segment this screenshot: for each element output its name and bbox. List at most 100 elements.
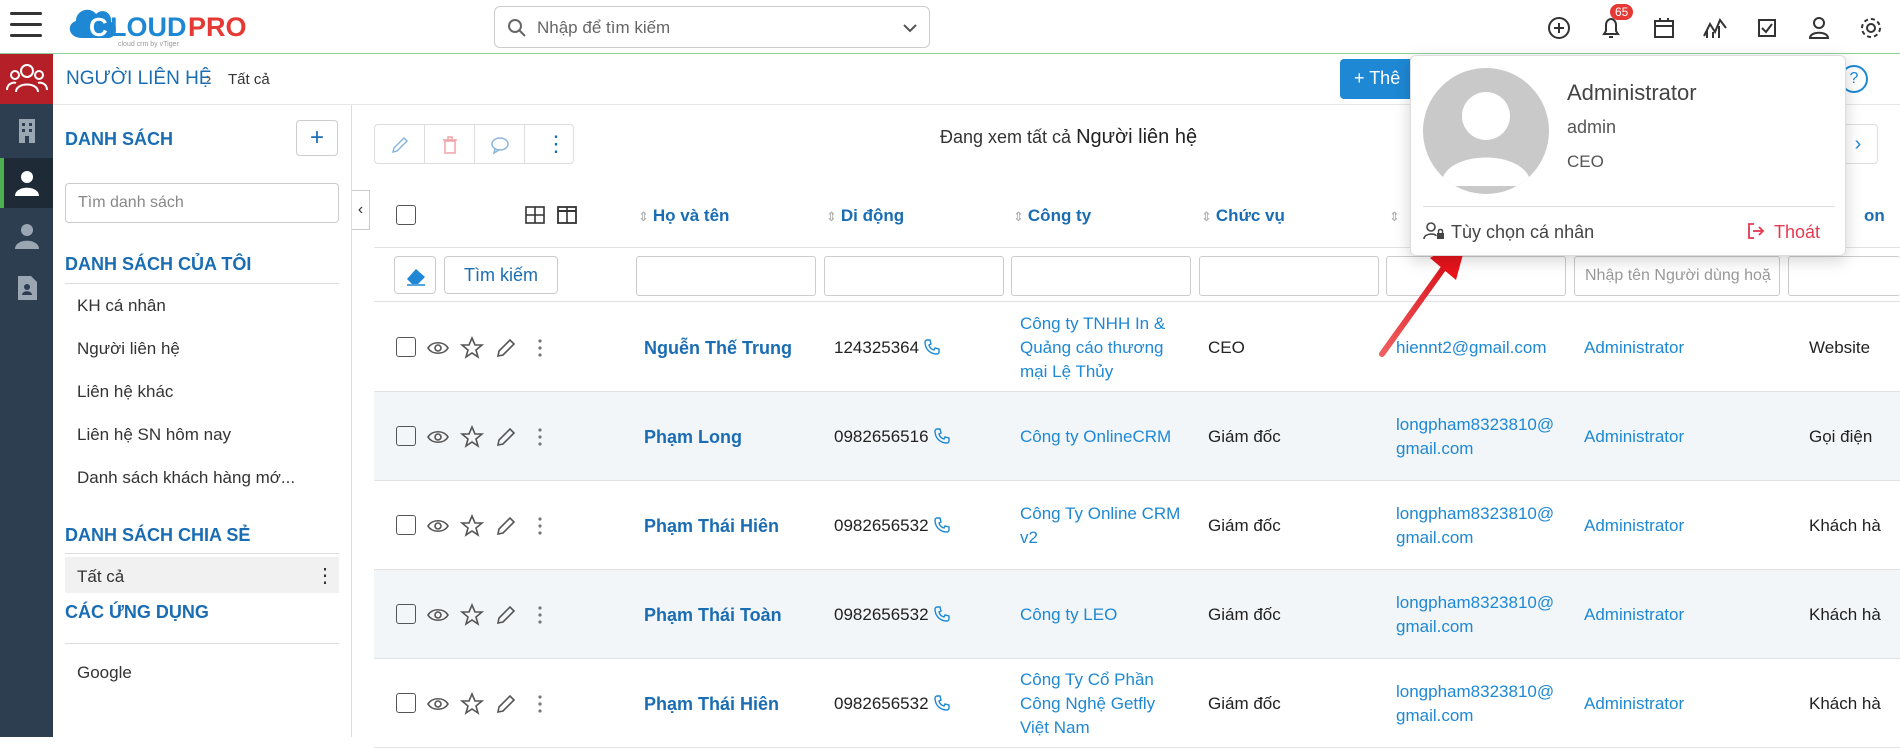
row-checkbox[interactable] xyxy=(396,693,416,713)
edit-button[interactable] xyxy=(375,125,425,163)
star-icon[interactable] xyxy=(459,602,485,627)
phone-icon[interactable] xyxy=(929,516,951,535)
list-item[interactable]: Danh sách khách hàng mớ... xyxy=(77,468,295,488)
gear-icon[interactable] xyxy=(1857,14,1885,42)
phone-icon[interactable] xyxy=(929,694,951,713)
more-actions-button[interactable]: ⋮ xyxy=(525,125,575,163)
eye-icon[interactable] xyxy=(426,336,450,360)
assignee-link[interactable]: Administrator xyxy=(1584,425,1684,449)
personal-settings-link[interactable]: Tùy chọn cá nhân xyxy=(1423,221,1594,243)
email-link[interactable]: longpham8323810@ gmail.com xyxy=(1396,413,1554,461)
row-checkbox[interactable] xyxy=(396,337,416,357)
reports-chart-icon[interactable] xyxy=(1701,14,1729,42)
pencil-icon[interactable] xyxy=(494,603,518,627)
contact-name-link[interactable]: Nguễn Thế Trung xyxy=(644,336,792,360)
email-link[interactable]: longpham8323810@ gmail.com xyxy=(1396,680,1554,728)
more-vertical-icon[interactable] xyxy=(528,692,552,716)
breadcrumb-module[interactable]: NGƯỜI LIÊN HỆ xyxy=(66,68,212,90)
clear-filter-button[interactable] xyxy=(394,256,436,294)
column-header-source[interactable]: on xyxy=(1864,206,1885,226)
eye-icon[interactable] xyxy=(426,425,450,449)
list-item[interactable]: Google xyxy=(77,663,132,683)
column-view-icon[interactable] xyxy=(556,204,578,226)
cloudpro-logo[interactable]: C LOUD PRO cloud crm by vTiger xyxy=(62,2,252,50)
table-row[interactable]: Nguễn Thế Trung 124325364 Công ty TNHH In … xyxy=(374,303,1900,392)
filter-name-input[interactable] xyxy=(636,256,816,296)
star-icon[interactable] xyxy=(459,335,485,360)
rail-item-contacts[interactable] xyxy=(0,158,53,208)
row-checkbox[interactable] xyxy=(396,515,416,535)
list-item[interactable]: KH cá nhân xyxy=(77,296,166,316)
table-row[interactable]: Phạm Thái Toàn 0982656532 Công ty LEO Giám … xyxy=(374,570,1900,659)
search-input[interactable]: Nhập để tìm kiếm xyxy=(537,18,670,38)
eye-icon[interactable] xyxy=(426,692,450,716)
grid-view-icon[interactable] xyxy=(524,204,546,226)
pencil-icon[interactable] xyxy=(494,692,518,716)
assignee-link[interactable]: Administrator xyxy=(1584,336,1684,360)
table-row[interactable]: Phạm Thái Hiên 0982656532 Công Ty Online C… xyxy=(374,481,1900,570)
column-header-company[interactable]: ⇕ Công ty xyxy=(1013,206,1091,226)
pencil-icon[interactable] xyxy=(494,336,518,360)
company-link[interactable]: Công Ty Online CRM v2 xyxy=(1020,502,1180,550)
row-checkbox[interactable] xyxy=(396,426,416,446)
list-item[interactable]: Liên hệ khác xyxy=(77,382,173,402)
building-icon[interactable] xyxy=(12,115,42,145)
more-vertical-icon[interactable] xyxy=(528,336,552,360)
logout-link[interactable]: Thoát xyxy=(1746,221,1820,243)
filter-mobile-input[interactable] xyxy=(824,256,1004,296)
tasks-checkbox-icon[interactable] xyxy=(1753,14,1781,42)
company-link[interactable]: Công ty TNHH In & Quảng cáo thương mại Lệ … xyxy=(1020,312,1165,384)
contact-name-link[interactable]: Phạm Thái Hiên xyxy=(644,514,779,538)
global-search[interactable]: Nhập để tìm kiếm xyxy=(494,6,930,48)
company-link[interactable]: Công Ty Cổ Phần Công Nghệ Getfly Việt Nam xyxy=(1020,668,1155,740)
assignee-link[interactable]: Administrator xyxy=(1584,603,1684,627)
eye-icon[interactable] xyxy=(426,514,450,538)
assignee-link[interactable]: Administrator xyxy=(1584,692,1684,716)
pencil-icon[interactable] xyxy=(494,425,518,449)
phone-icon[interactable] xyxy=(929,605,951,624)
company-link[interactable]: Công ty LEO xyxy=(1020,603,1117,627)
rail-item-contacts-active[interactable] xyxy=(0,54,53,104)
calendar-icon[interactable] xyxy=(1650,14,1678,42)
phone-icon[interactable] xyxy=(929,427,951,446)
star-icon[interactable] xyxy=(459,424,485,449)
more-vertical-icon[interactable] xyxy=(528,514,552,538)
contact-name-link[interactable]: Phạm Thái Toàn xyxy=(644,603,782,627)
filter-title-input[interactable] xyxy=(1199,256,1379,296)
column-header-title[interactable]: ⇕ Chức vụ xyxy=(1201,206,1285,226)
more-vertical-icon[interactable]: ⋮ xyxy=(315,563,335,588)
contact-name-link[interactable]: Phạm Thái Hiên xyxy=(644,692,779,716)
chevron-down-icon[interactable] xyxy=(901,19,919,37)
company-link[interactable]: Công ty OnlineCRM xyxy=(1020,425,1171,449)
filter-source-input[interactable] xyxy=(1788,256,1900,296)
pencil-icon[interactable] xyxy=(494,514,518,538)
delete-button[interactable] xyxy=(425,125,475,163)
add-contact-button[interactable]: + Thê xyxy=(1340,59,1420,99)
more-vertical-icon[interactable] xyxy=(528,425,552,449)
table-row[interactable]: Phạm Long 0982656516 Công ty OnlineCRM Giám… xyxy=(374,392,1900,481)
select-all-checkbox[interactable] xyxy=(396,205,416,225)
collapse-sidebar-button[interactable]: ‹ xyxy=(352,190,370,230)
eye-icon[interactable] xyxy=(426,603,450,627)
row-checkbox[interactable] xyxy=(396,604,416,624)
filter-assignee-input[interactable]: Nhập tên Người dùng hoặ xyxy=(1574,256,1780,296)
phone-icon[interactable] xyxy=(919,338,941,357)
list-item[interactable]: Liên hệ SN hôm nay xyxy=(77,425,231,445)
list-item[interactable]: Người liên hệ xyxy=(77,339,180,359)
column-header-name[interactable]: ⇕ Họ và tên xyxy=(638,206,729,226)
star-icon[interactable] xyxy=(459,513,485,538)
list-item[interactable]: Tất cả xyxy=(77,567,124,587)
email-link[interactable]: longpham8323810@ gmail.com xyxy=(1396,591,1554,639)
person-icon[interactable] xyxy=(12,221,42,251)
add-list-button[interactable]: + xyxy=(296,120,338,156)
assignee-link[interactable]: Administrator xyxy=(1584,514,1684,538)
star-icon[interactable] xyxy=(459,691,485,716)
contact-name-link[interactable]: Phạm Long xyxy=(644,425,742,449)
column-header-email[interactable]: ⇕ xyxy=(1389,206,1404,226)
column-header-mobile[interactable]: ⇕ Di động xyxy=(826,206,904,226)
list-search-input[interactable]: Tìm danh sách xyxy=(65,183,339,223)
email-link[interactable]: longpham8323810@ gmail.com xyxy=(1396,502,1554,550)
table-row[interactable]: Phạm Thái Hiên 0982656532 Công Ty Cổ Phần C… xyxy=(374,659,1900,748)
menu-icon[interactable] xyxy=(10,12,42,40)
search-button[interactable]: Tìm kiếm xyxy=(444,256,558,294)
